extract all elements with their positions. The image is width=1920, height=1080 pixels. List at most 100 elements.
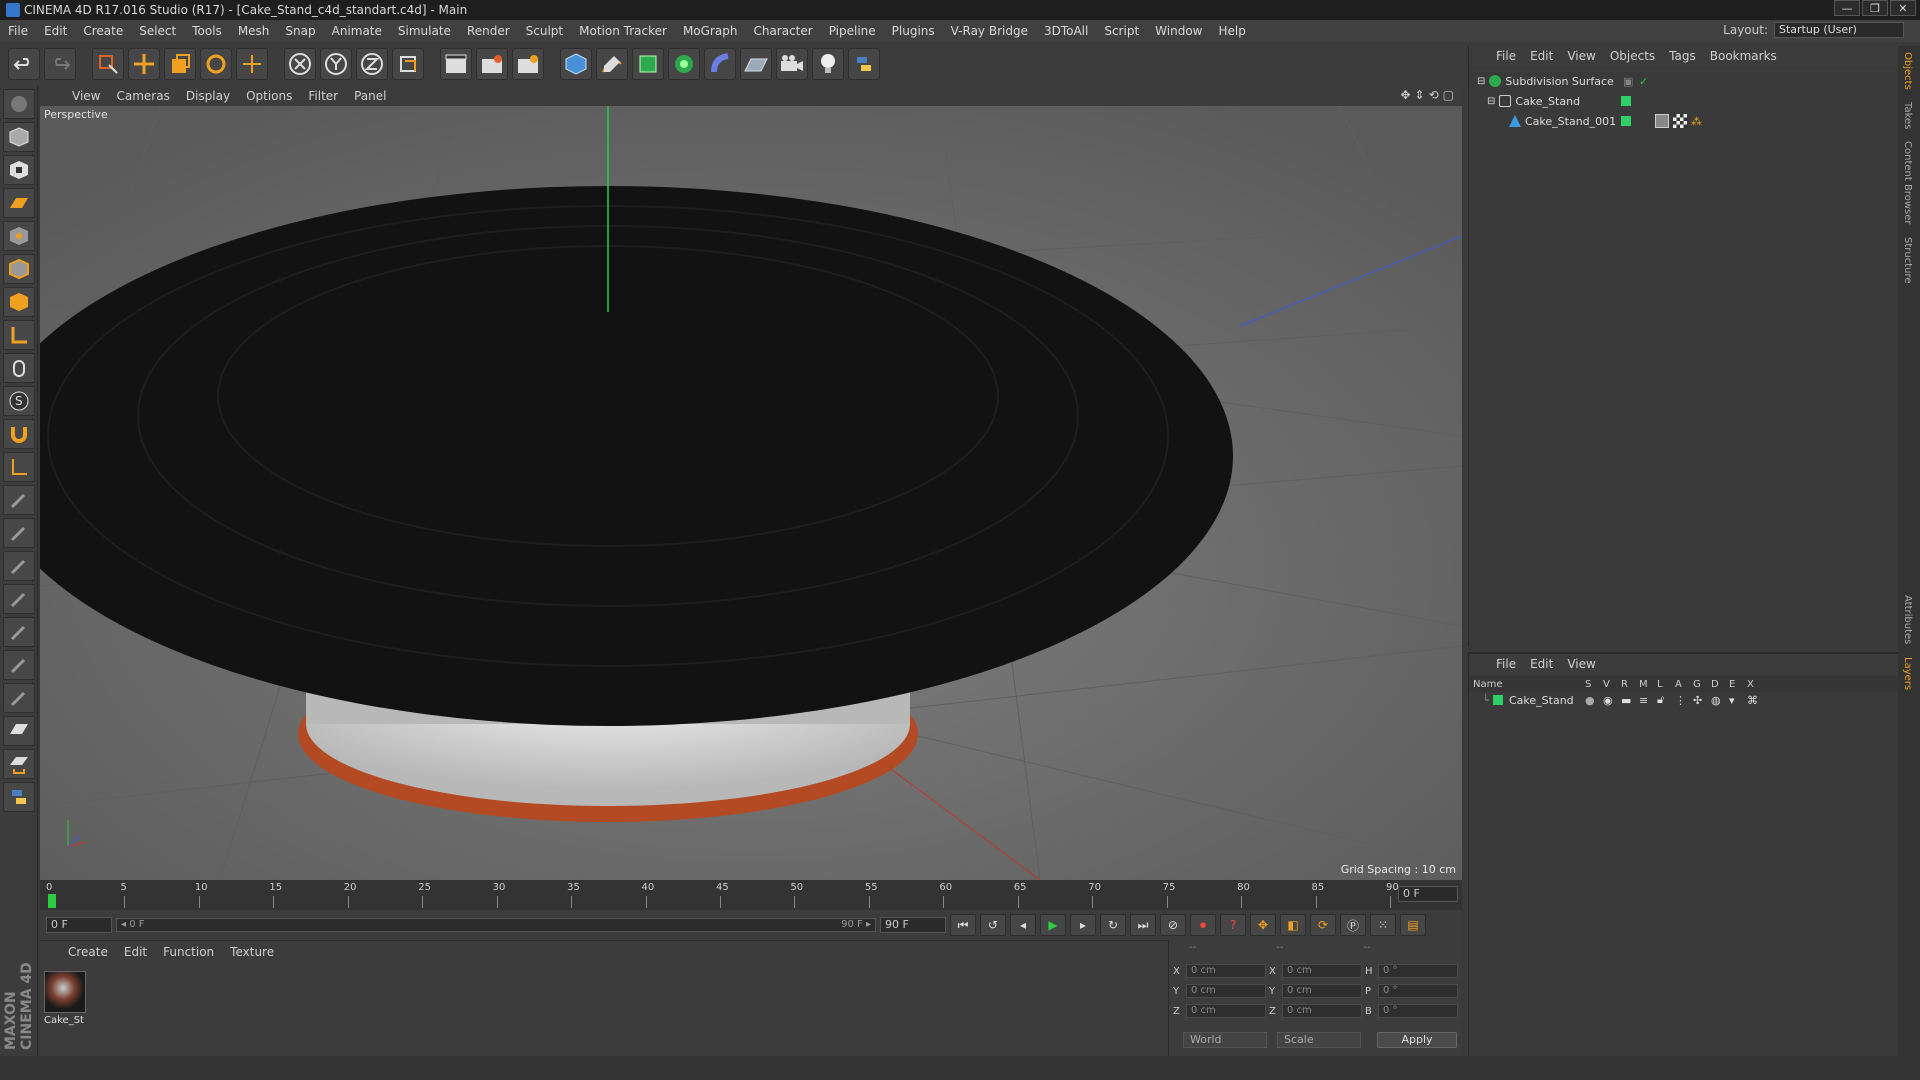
play-button[interactable]: ▶ [1040, 914, 1066, 936]
tab-structure[interactable]: Structure [1898, 231, 1917, 290]
menu-plugins[interactable]: Plugins [884, 24, 943, 38]
end-frame-field[interactable]: 90 F [880, 917, 946, 933]
viewport-menu-cameras[interactable]: Cameras [108, 89, 177, 103]
previous-frame-button[interactable]: ◂ [1010, 914, 1036, 936]
layers-menu-edit[interactable]: Edit [1523, 657, 1560, 671]
autokey-button[interactable]: ⏺ [1190, 914, 1216, 936]
visible-eye-icon[interactable]: ◉ [1603, 694, 1621, 707]
menu-mograph[interactable]: MoGraph [675, 24, 746, 38]
start-frame-field[interactable]: 0 F [46, 917, 112, 933]
deformer-icon[interactable]: ◍ [1711, 694, 1729, 707]
texture-tag-icon[interactable] [1673, 114, 1687, 128]
material-menu-function[interactable]: Function [155, 945, 222, 959]
go-to-start-button[interactable]: ⏮ [950, 914, 976, 936]
menu-window[interactable]: Window [1147, 24, 1210, 38]
material-menu-texture[interactable]: Texture [222, 945, 282, 959]
floor-button[interactable] [740, 48, 772, 80]
current-frame-field[interactable]: 0 F [1398, 886, 1458, 902]
grid-lock-button[interactable] [3, 716, 35, 746]
brush-tool-5[interactable] [3, 617, 35, 647]
light-button[interactable] [812, 48, 844, 80]
keyframe-selection-button[interactable]: ? [1220, 914, 1246, 936]
record-keys-button[interactable]: ⊘ [1160, 914, 1186, 936]
size-z-field[interactable]: 0 cm [1282, 1004, 1362, 1018]
playhead[interactable] [48, 894, 56, 908]
tab-objects[interactable]: Objects [1898, 46, 1917, 96]
apply-button[interactable]: Apply [1377, 1032, 1457, 1048]
menu-pipeline[interactable]: Pipeline [821, 24, 884, 38]
expression-icon[interactable]: ▾ [1729, 694, 1747, 707]
key-parameter-button[interactable]: Ⓟ [1340, 914, 1366, 936]
animation-icon[interactable]: ⋮ [1675, 694, 1693, 707]
z-axis-button[interactable] [356, 48, 388, 80]
objects-menu-view[interactable]: View [1560, 49, 1602, 63]
axis-mode-button[interactable] [3, 320, 35, 350]
key-position-button[interactable]: ✥ [1250, 914, 1276, 936]
dolly-icon[interactable]: ⇕ [1415, 88, 1425, 102]
rot-b-field[interactable]: 0 ° [1378, 1004, 1458, 1018]
next-key-button[interactable]: ↻ [1100, 914, 1126, 936]
python-button[interactable] [848, 48, 880, 80]
xref-icon[interactable]: ⌘ [1747, 694, 1765, 707]
rot-h-field[interactable]: 0 ° [1378, 964, 1458, 978]
menu-tools[interactable]: Tools [184, 24, 230, 38]
size-y-field[interactable]: 0 cm [1282, 984, 1362, 998]
menu-animate[interactable]: Animate [324, 24, 390, 38]
object-row-subdivision-surface[interactable]: ⊟ Subdivision Surface ▣ ✓ [1469, 72, 1899, 90]
menu-render[interactable]: Render [459, 24, 518, 38]
menu-file[interactable]: File [0, 24, 36, 38]
pos-y-field[interactable]: 0 cm [1186, 984, 1266, 998]
generator-icon[interactable]: ✣ [1693, 694, 1711, 707]
key-rotation-button[interactable]: ⟳ [1310, 914, 1336, 936]
previous-key-button[interactable]: ↺ [980, 914, 1006, 936]
render-picture-viewer-button[interactable] [476, 48, 508, 80]
menu-script[interactable]: Script [1096, 24, 1147, 38]
size-mode-dropdown[interactable]: Scale [1277, 1032, 1361, 1048]
subdivision-surface-button[interactable] [632, 48, 664, 80]
brush-tool-3[interactable] [3, 551, 35, 581]
layout-dropdown[interactable]: Startup (User) [1774, 22, 1904, 38]
layer-color-swatch[interactable] [1621, 116, 1631, 126]
frame-range-slider[interactable]: ◂ 0 F 90 F ▸ [116, 918, 876, 932]
live-selection-button[interactable] [92, 48, 124, 80]
menu-vray-bridge[interactable]: V-Ray Bridge [943, 24, 1036, 38]
pos-z-field[interactable]: 0 cm [1186, 1004, 1266, 1018]
array-button[interactable] [668, 48, 700, 80]
rotate-tool-button[interactable] [200, 48, 232, 80]
cube-primitive-button[interactable] [560, 48, 592, 80]
size-x-field[interactable]: 0 cm [1282, 964, 1362, 978]
camera-button[interactable] [776, 48, 808, 80]
objects-menu-edit[interactable]: Edit [1523, 49, 1560, 63]
undo-button[interactable] [8, 48, 40, 80]
brush-tool-6[interactable] [3, 650, 35, 680]
timeline-button[interactable]: ▤ [1400, 914, 1426, 936]
coordinate-mode-dropdown[interactable]: World [1183, 1032, 1267, 1048]
render-settings-button[interactable] [512, 48, 544, 80]
menu-select[interactable]: Select [131, 24, 184, 38]
objects-menu-tags[interactable]: Tags [1662, 49, 1703, 63]
menu-mesh[interactable]: Mesh [230, 24, 278, 38]
tab-takes[interactable]: Takes [1898, 96, 1917, 135]
phong-tag-icon[interactable] [1655, 114, 1669, 128]
menu-simulate[interactable]: Simulate [390, 24, 459, 38]
timeline-ruler[interactable]: 0 5 10 15 20 25 30 35 40 45 50 55 60 65 70 75 80 85 90 0 F [40, 880, 1462, 910]
y-axis-button[interactable] [320, 48, 352, 80]
layer-color-swatch[interactable] [1493, 695, 1503, 705]
rot-p-field[interactable]: 0 ° [1378, 984, 1458, 998]
viewport-menu-view[interactable]: View [64, 89, 108, 103]
move-tool-button[interactable] [128, 48, 160, 80]
orbit-icon[interactable]: ⟲ [1429, 88, 1439, 102]
layers-menu-file[interactable]: File [1489, 657, 1523, 671]
material-menu-create[interactable]: Create [60, 945, 116, 959]
texture-mode-button[interactable] [3, 155, 35, 185]
workplane-button[interactable] [3, 188, 35, 218]
next-frame-button[interactable]: ▸ [1070, 914, 1096, 936]
python-console-button[interactable] [3, 782, 35, 812]
objects-menu-file[interactable]: File [1489, 49, 1523, 63]
menu-3dtoall[interactable]: 3DToAll [1036, 24, 1096, 38]
minimize-button[interactable]: — [1834, 0, 1860, 16]
layer-color-swatch[interactable] [1621, 96, 1631, 106]
viewport-menu-filter[interactable]: Filter [300, 89, 346, 103]
menu-character[interactable]: Character [745, 24, 820, 38]
maximize-view-icon[interactable]: ▢ [1443, 88, 1454, 102]
